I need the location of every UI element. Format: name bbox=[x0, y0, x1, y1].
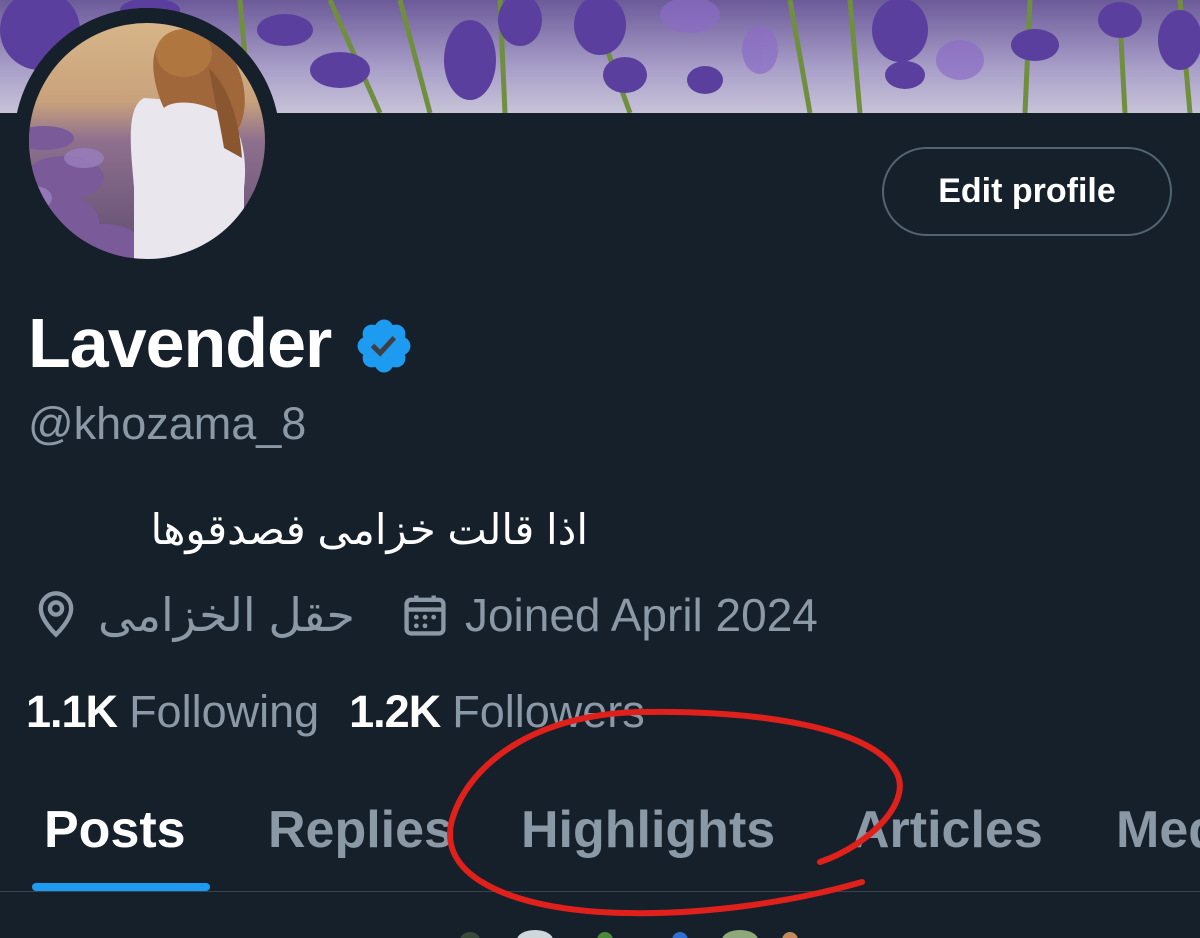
tabs-divider bbox=[0, 891, 1200, 892]
profile-bio: اذا قالت خزامى فصدقوها bbox=[150, 506, 588, 553]
location-pin-icon bbox=[38, 591, 74, 638]
profile-handle: @khozama_8 bbox=[28, 398, 307, 449]
calendar-icon bbox=[404, 595, 446, 636]
followers-count: 1.2K bbox=[349, 686, 441, 737]
location-text: حقل الخزامى bbox=[98, 589, 355, 641]
next-content-strip bbox=[460, 930, 798, 938]
profile-tabs: Posts Replies Highlights Articles Media bbox=[0, 770, 1200, 892]
follow-stats: 1.1K Following 1.2K Followers bbox=[26, 680, 645, 744]
tab-posts[interactable]: Posts bbox=[44, 770, 186, 890]
join-date: Joined April 2024 bbox=[399, 588, 818, 642]
avatar[interactable] bbox=[14, 8, 280, 274]
followers-link[interactable]: 1.2K Followers bbox=[349, 686, 645, 738]
profile-meta-row: حقل الخزامى Joined April 2024 bbox=[30, 583, 818, 647]
tab-articles[interactable]: Articles bbox=[852, 770, 1043, 890]
following-link[interactable]: 1.1K Following bbox=[26, 686, 319, 738]
join-date-text: Joined April 2024 bbox=[464, 589, 818, 641]
following-count: 1.1K bbox=[26, 686, 118, 737]
following-label: Following bbox=[129, 686, 320, 737]
edit-profile-button[interactable]: Edit profile bbox=[882, 147, 1172, 236]
tab-replies[interactable]: Replies bbox=[268, 770, 453, 890]
followers-label: Followers bbox=[452, 686, 645, 737]
tab-highlights[interactable]: Highlights bbox=[521, 770, 775, 890]
location: حقل الخزامى bbox=[30, 588, 355, 642]
profile-name-row: Lavender bbox=[28, 298, 415, 388]
tab-media[interactable]: Media bbox=[1116, 770, 1200, 890]
profile-page: Edit profile Lavender @khozama_8 اذا قال… bbox=[0, 0, 1200, 938]
verified-badge-icon[interactable] bbox=[353, 315, 415, 377]
active-tab-indicator bbox=[32, 883, 210, 891]
display-name: Lavender bbox=[28, 304, 332, 382]
